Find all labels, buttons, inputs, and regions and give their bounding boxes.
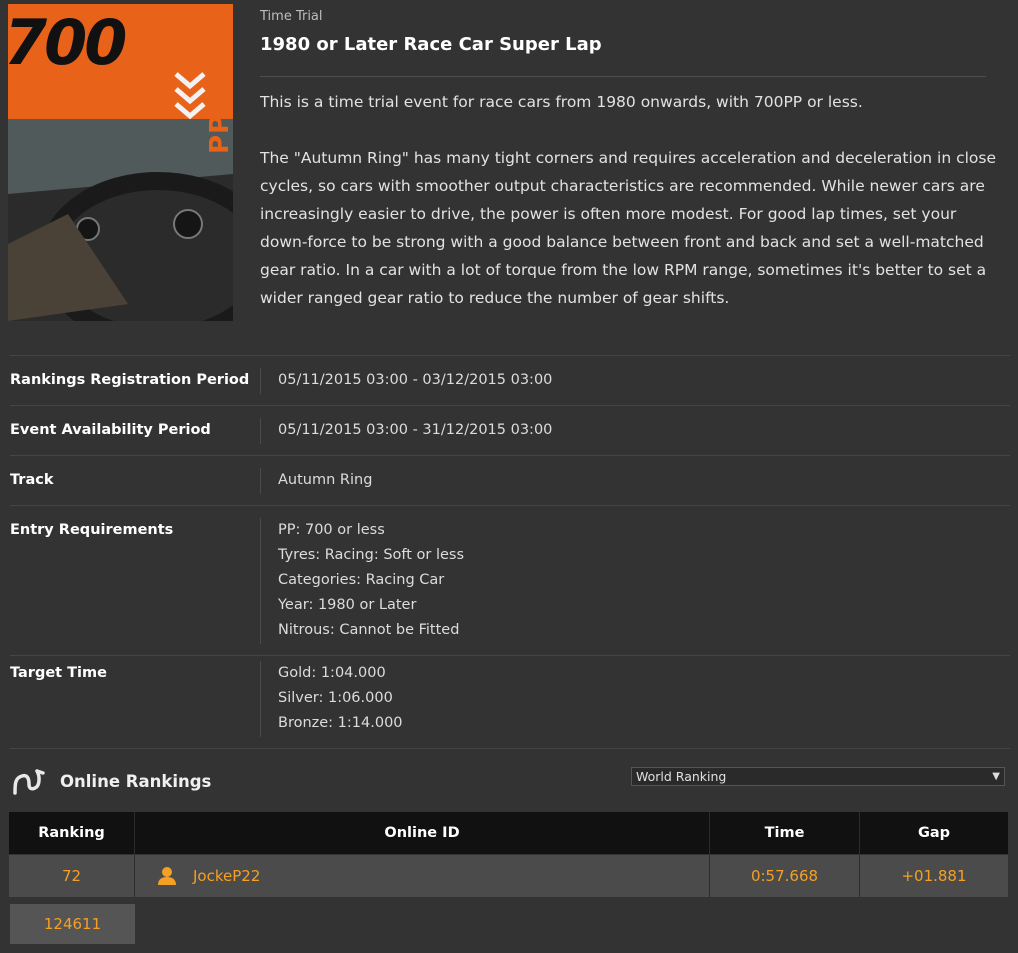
divider bbox=[10, 748, 1010, 749]
cell-ranking: 72 bbox=[9, 855, 135, 897]
target-bronze: Bronze: 1:14.000 bbox=[278, 715, 403, 731]
value-track: Autumn Ring bbox=[278, 472, 373, 488]
column-header-gap: Gap bbox=[917, 825, 951, 841]
ranking-scope-value: World Ranking bbox=[636, 769, 727, 784]
divider bbox=[10, 655, 1010, 656]
value-availability-period: 05/11/2015 03:00 - 31/12/2015 03:00 bbox=[278, 422, 553, 438]
table-header: Ranking Online ID Time Gap bbox=[9, 812, 1008, 854]
target-silver: Silver: 1:06.000 bbox=[278, 690, 393, 706]
column-divider bbox=[260, 468, 261, 494]
requirement-item: Categories: Racing Car bbox=[278, 572, 445, 588]
total-entries-badge: 124611 bbox=[10, 904, 135, 944]
event-description: This is a time trial event for race cars… bbox=[260, 88, 1000, 340]
online-rankings-title: Online Rankings bbox=[60, 771, 212, 791]
column-header-ranking: Ranking bbox=[9, 812, 135, 854]
requirement-item: Year: 1980 or Later bbox=[278, 597, 417, 613]
label-availability-period: Event Availability Period bbox=[10, 422, 211, 438]
ranking-scope-dropdown[interactable]: World Ranking ▼ bbox=[631, 767, 1005, 786]
divider bbox=[10, 455, 1010, 456]
label-registration-period: Rankings Registration Period bbox=[10, 372, 250, 388]
title-divider bbox=[260, 76, 986, 77]
label-target-time: Target Time bbox=[10, 665, 107, 681]
requirement-item: Nitrous: Cannot be Fitted bbox=[278, 622, 460, 638]
event-category: Time Trial bbox=[260, 9, 323, 24]
chevron-down-icon: ▼ bbox=[992, 771, 1000, 782]
rankings-table: Ranking Online ID Time Gap 72 JockeP22 0… bbox=[9, 812, 1008, 897]
event-title: 1980 or Later Race Car Super Lap bbox=[260, 34, 602, 55]
label-track: Track bbox=[10, 472, 54, 488]
description-paragraph: The "Autumn Ring" has many tight corners… bbox=[260, 149, 997, 307]
label-entry-requirements: Entry Requirements bbox=[10, 522, 174, 538]
cell-gap: +01.881 bbox=[901, 867, 967, 885]
column-divider bbox=[260, 518, 261, 644]
requirement-item: PP: 700 or less bbox=[278, 522, 385, 538]
column-header-online-id: Online ID bbox=[135, 812, 710, 854]
badge-number: 700 bbox=[8, 6, 125, 79]
badge-text: PP LIMIT bbox=[205, 19, 233, 154]
divider bbox=[10, 505, 1010, 506]
target-gold: Gold: 1:04.000 bbox=[278, 665, 386, 681]
event-thumbnail: 700 PP LIMIT bbox=[8, 4, 233, 321]
track-icon bbox=[13, 769, 45, 795]
value-entry-requirements: PP: 700 or less Tyres: Racing: Soft or l… bbox=[278, 518, 464, 643]
column-divider bbox=[260, 368, 261, 394]
column-divider bbox=[260, 661, 261, 737]
online-rankings-header: Online Rankings bbox=[12, 765, 211, 797]
table-row[interactable]: 72 JockeP22 0:57.668 +01.881 bbox=[9, 855, 1008, 897]
divider bbox=[10, 405, 1010, 406]
value-registration-period: 05/11/2015 03:00 - 03/12/2015 03:00 bbox=[278, 372, 553, 388]
column-divider bbox=[260, 418, 261, 444]
user-icon bbox=[158, 867, 176, 885]
online-id-text[interactable]: JockeP22 bbox=[193, 867, 260, 885]
value-target-time: Gold: 1:04.000 Silver: 1:06.000 Bronze: … bbox=[278, 661, 403, 736]
divider bbox=[10, 355, 1010, 356]
column-header-time: Time bbox=[710, 812, 860, 854]
cell-online-id: JockeP22 bbox=[135, 855, 710, 897]
requirement-item: Tyres: Racing: Soft or less bbox=[278, 547, 465, 563]
description-paragraph: This is a time trial event for race cars… bbox=[260, 93, 863, 111]
cell-time: 0:57.668 bbox=[710, 855, 860, 897]
